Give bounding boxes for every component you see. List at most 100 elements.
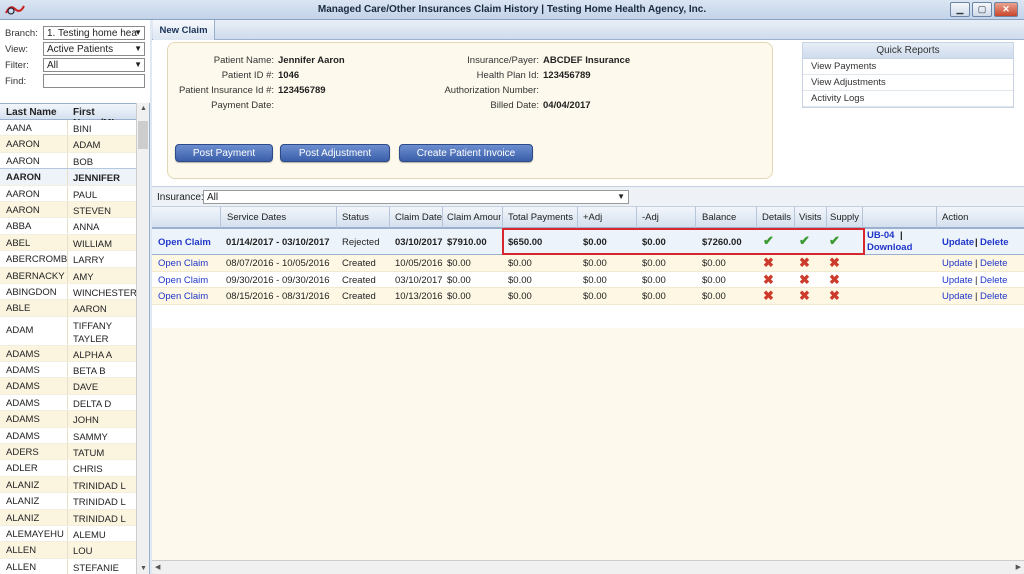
patient-row[interactable]: AARON ADAM (0, 136, 136, 153)
patient-row[interactable]: AARON STEVEN (0, 201, 136, 219)
find-input[interactable] (43, 74, 145, 88)
view-select[interactable]: Active Patients ▼ (43, 42, 145, 56)
column-header-details[interactable]: Details (762, 212, 796, 223)
patient-first-name: SAMMY (73, 431, 108, 443)
patient-row[interactable]: ADAMS ALPHA A (0, 345, 136, 363)
delete-link[interactable]: Delete (980, 275, 1007, 286)
patient-list-scrollbar[interactable]: ▲ ▼ (136, 103, 149, 574)
post-adjustment-button[interactable]: Post Adjustment (280, 144, 390, 162)
ub04-link[interactable]: UB-04 (867, 230, 894, 241)
filter-select[interactable]: All ▼ (43, 58, 145, 72)
visits-x-icon[interactable]: ✖ (799, 255, 810, 271)
delete-link[interactable]: Delete (980, 291, 1007, 302)
post-payment-button[interactable]: Post Payment (175, 144, 273, 162)
details-check-icon[interactable]: ✔ (763, 233, 774, 249)
scroll-up-icon[interactable]: ▲ (140, 105, 147, 112)
supply-x-icon[interactable]: ✖ (829, 272, 840, 288)
update-link[interactable]: Update (942, 258, 973, 269)
update-link[interactable]: Update (942, 275, 973, 286)
patient-row[interactable]: ADERS TATUM (0, 444, 136, 461)
scroll-left-icon[interactable]: ◀ (155, 563, 160, 571)
visits-x-icon[interactable]: ✖ (799, 272, 810, 288)
column-header-visits[interactable]: Visits (799, 212, 827, 223)
claim-row[interactable]: Open Claim 09/30/2016 - 09/30/2016 Creat… (152, 271, 1024, 288)
open-claim-link[interactable]: Open Claim (158, 237, 211, 248)
supply-x-icon[interactable]: ✖ (829, 288, 840, 304)
patient-row[interactable]: ADAMS SAMMY (0, 427, 136, 445)
visits-x-icon[interactable]: ✖ (799, 288, 810, 304)
column-header-service-dates[interactable]: Service Dates (227, 212, 337, 223)
patient-row[interactable]: ABLE AARON (0, 300, 136, 317)
patient-row[interactable]: ADAM TIFFANY TAYLER (0, 316, 136, 346)
patient-row[interactable]: ABBA ANNA (0, 218, 136, 235)
visits-check-icon[interactable]: ✔ (799, 233, 810, 249)
maximize-button[interactable]: ▢ (972, 2, 992, 17)
patient-row[interactable]: ALANIZ TRINIDAD L (0, 493, 136, 510)
patient-row[interactable]: ABINGDON WINCHESTER (0, 283, 137, 301)
details-x-icon[interactable]: ✖ (763, 272, 774, 288)
open-claim-link[interactable]: Open Claim (158, 258, 208, 269)
details-x-icon[interactable]: ✖ (763, 255, 774, 271)
patient-row[interactable]: ALANIZ TRINIDAD L (0, 476, 136, 494)
details-x-icon[interactable]: ✖ (763, 288, 774, 304)
patient-row[interactable]: ALANIZ TRINIDAD L (0, 509, 136, 526)
patient-row[interactable]: ADAMS JOHN (0, 411, 136, 428)
column-header-last-name[interactable]: Last Name (6, 107, 57, 118)
column-header-claim-date[interactable]: Claim Date (395, 212, 445, 223)
column-header-balance[interactable]: Balance (702, 212, 752, 223)
patient-row[interactable]: ABERCROMBI LARRY (0, 251, 136, 268)
open-claim-link[interactable]: Open Claim (158, 291, 208, 302)
patient-first-name: TRINIDAD L (73, 497, 126, 509)
view-payments-link[interactable]: View Payments (803, 59, 1013, 75)
update-link[interactable]: Update (942, 237, 974, 248)
claims-horizontal-scrollbar[interactable]: ◀ ▶ (152, 560, 1024, 574)
activity-logs-link[interactable]: Activity Logs (803, 91, 1013, 107)
patient-row[interactable]: ALLEN LOU (0, 542, 136, 559)
patient-row[interactable]: ALEMAYEHU ALEMU (0, 525, 136, 543)
patient-row[interactable]: AARON PAUL (0, 185, 136, 202)
supply-x-icon[interactable]: ✖ (829, 255, 840, 271)
patient-row[interactable]: ADLER CHRIS (0, 460, 136, 477)
create-patient-invoice-button[interactable]: Create Patient Invoice (399, 144, 533, 162)
branch-select[interactable]: 1. Testing home hea ▼ (43, 26, 145, 40)
minus-adj: $0.00 (642, 237, 666, 248)
scroll-down-icon[interactable]: ▼ (140, 565, 147, 572)
patient-row[interactable]: ADAMS DAVE (0, 378, 136, 395)
claim-row[interactable]: Open Claim 01/14/2017 - 03/10/2017 Rejec… (152, 228, 1024, 255)
delete-link[interactable]: Delete (980, 258, 1007, 269)
patient-row[interactable]: ALLEN STEFANIE (0, 558, 136, 574)
column-header-action[interactable]: Action (942, 212, 982, 223)
patient-row[interactable]: AARON BOB (0, 152, 136, 170)
open-claim-link[interactable]: Open Claim (158, 275, 208, 286)
column-header-minus-adj[interactable]: -Adj (642, 212, 692, 223)
service-dates: 08/07/2016 - 10/05/2016 (226, 258, 330, 269)
patient-last-name: ALANIZ (6, 479, 40, 491)
scroll-right-icon[interactable]: ▶ (1016, 563, 1021, 571)
column-header-supply[interactable]: Supply (830, 212, 862, 223)
column-header-plus-adj[interactable]: +Adj (583, 212, 633, 223)
patient-first-name: PAUL (73, 189, 98, 201)
column-header-claim-amount[interactable]: Claim Amount (447, 212, 501, 223)
download-link[interactable]: Download (867, 242, 912, 253)
patient-name-label: Patient Name: (213, 55, 274, 66)
supply-check-icon[interactable]: ✔ (829, 233, 840, 249)
patient-row[interactable]: AANA BINI (0, 120, 136, 137)
minimize-button[interactable]: ▁ (950, 2, 970, 17)
delete-link[interactable]: Delete (980, 237, 1009, 248)
patient-row[interactable]: ADAMS BETA B (0, 362, 136, 379)
update-link[interactable]: Update (942, 291, 973, 302)
patient-row[interactable]: AARON JENNIFER (0, 168, 137, 187)
balance: $7260.00 (702, 237, 742, 248)
patient-row[interactable]: ABERNACKY AMY (0, 267, 136, 284)
column-header-status[interactable]: Status (342, 212, 392, 223)
claim-row[interactable]: Open Claim 08/15/2016 - 08/31/2016 Creat… (152, 288, 1024, 305)
view-adjustments-link[interactable]: View Adjustments (803, 75, 1013, 91)
tab-new-claim[interactable]: New Claim (153, 20, 215, 40)
claim-row[interactable]: Open Claim 08/07/2016 - 10/05/2016 Creat… (152, 255, 1024, 272)
insurance-select[interactable]: All ▼ (203, 190, 629, 204)
scrollbar-thumb[interactable] (138, 121, 148, 149)
close-button[interactable]: ✕ (994, 2, 1018, 17)
patient-row[interactable]: ABEL WILLIAM (0, 234, 136, 252)
column-header-total-payments[interactable]: Total Payments (508, 212, 580, 223)
patient-row[interactable]: ADAMS DELTA D (0, 394, 136, 412)
